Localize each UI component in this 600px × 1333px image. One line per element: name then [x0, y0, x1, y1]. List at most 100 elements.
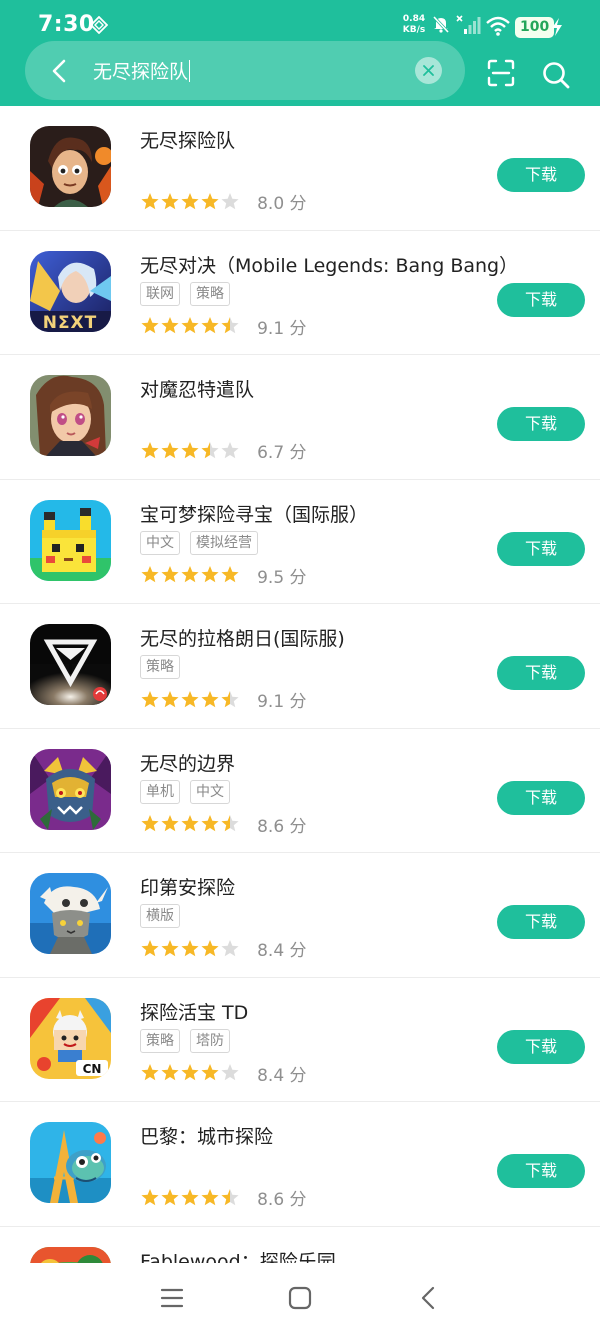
list-item[interactable]: 巴黎：城市探险 8.6 分 下载: [0, 1102, 600, 1227]
star-icon: [141, 441, 159, 458]
nfc-icon: [89, 15, 109, 35]
download-button[interactable]: 下载: [497, 656, 585, 690]
star-rating-icon: [140, 441, 240, 461]
status-time: 7:30: [38, 12, 95, 37]
list-item[interactable]: 对魔忍特遣队 6.7 分 下载: [0, 355, 600, 480]
download-button[interactable]: 下载: [497, 1029, 585, 1064]
text-caret: [189, 60, 191, 82]
tag: 中文: [190, 779, 230, 804]
download-button[interactable]: 下载: [497, 158, 585, 192]
star-icon: [201, 815, 219, 832]
score-unit: 分: [289, 318, 307, 339]
download-button[interactable]: 下载: [497, 407, 585, 441]
star-icon: [161, 441, 179, 458]
star-icon: [201, 192, 219, 209]
scan-icon[interactable]: [486, 58, 516, 88]
star-icon: [221, 1188, 239, 1205]
list-item[interactable]: 无尽的边界 单机 中文 8.6 分 下载: [0, 729, 600, 853]
search-input[interactable]: 无尽探险队: [93, 57, 191, 84]
list-item[interactable]: 无尽探险队 8.0 分 下载: [0, 106, 600, 231]
score-text: 6.7 分: [257, 438, 306, 463]
score-text: 8.4 分: [257, 1061, 306, 1086]
score-text: 8.0 分: [257, 189, 306, 214]
app-name: 印第安探险: [140, 877, 236, 899]
star-icon: [161, 1188, 179, 1205]
score-value: 9.1: [257, 692, 285, 712]
star-icon: [201, 441, 219, 458]
menu-icon[interactable]: [157, 1283, 187, 1313]
star-icon: [221, 815, 239, 832]
list-item[interactable]: 无尽的拉格朗日(国际服) 策略 9.1 分 下载: [0, 604, 600, 729]
clear-search-icon[interactable]: [415, 57, 442, 84]
app-name: Fablewood：探险乐园: [140, 1250, 336, 1264]
star-icon: [181, 815, 199, 832]
star-icon: [181, 441, 199, 458]
rating: 8.0 分: [140, 189, 307, 214]
hero-portrait-icon: [30, 126, 111, 207]
score-value: 6.7: [257, 443, 285, 463]
tag-group: 策略 塔防: [140, 1028, 240, 1053]
star-icon: [141, 815, 159, 832]
star-icon: [141, 317, 159, 334]
cell-signal-icon: [456, 15, 482, 35]
skull-cat-icon: [30, 873, 111, 954]
list-item[interactable]: Fablewood：探险乐园: [0, 1227, 600, 1264]
star-rating-icon: [140, 939, 240, 959]
tag-group: 联网 策略: [140, 281, 240, 306]
score-text: 8.6 分: [257, 1185, 306, 1210]
star-icon: [141, 939, 159, 956]
download-button[interactable]: 下载: [497, 780, 585, 815]
star-rating-icon: [140, 192, 240, 212]
score-text: 9.5 分: [257, 563, 306, 588]
score-value: 9.5: [257, 567, 285, 588]
star-icon: [181, 690, 199, 707]
star-icon: [181, 1064, 199, 1081]
score-text: 9.1 分: [257, 314, 306, 339]
list-item[interactable]: NΣXT 无尽对决（Mobile Legends: Bang Bang） 联网策…: [0, 231, 600, 355]
list-item[interactable]: 印第安探险 横版 8.4 分 下载: [0, 853, 600, 978]
star-icon: [161, 566, 179, 583]
cube-pikachu-icon: [30, 499, 111, 581]
star-rating-icon: [140, 1063, 240, 1083]
star-icon: [221, 566, 239, 583]
svg-text:NΣXT: NΣXT: [43, 313, 98, 332]
download-button[interactable]: 下载: [497, 531, 585, 566]
star-icon: [181, 192, 199, 209]
download-button[interactable]: 下载: [497, 282, 585, 317]
back-icon[interactable]: [413, 1283, 443, 1313]
tag: 单机: [140, 779, 180, 804]
star-icon: [141, 690, 159, 707]
star-icon: [161, 317, 179, 334]
search-icon[interactable]: [541, 60, 571, 90]
list-item[interactable]: CN 探险活宝 TD 策略 塔防 8.4 分 下载: [0, 978, 600, 1102]
score-text: 8.4 分: [257, 936, 306, 961]
score-value: 8.4: [257, 1065, 285, 1086]
armored-beast-icon: [30, 748, 111, 830]
download-button[interactable]: 下载: [497, 1154, 585, 1188]
star-icon: [141, 1188, 159, 1205]
app-header: 7:30 0.84 KB/s 100 无尽探险队: [0, 0, 600, 106]
star-icon: [221, 192, 239, 209]
list-item[interactable]: 宝可梦探险寻宝（国际服） 中文 模拟经营 9.5 分 下载: [0, 480, 600, 604]
star-icon: [141, 566, 159, 583]
home-icon[interactable]: [285, 1283, 315, 1313]
score-unit: 分: [289, 1065, 307, 1086]
tag: 策略: [140, 1028, 180, 1053]
star-icon: [161, 690, 179, 707]
app-name: 对魔忍特遣队: [140, 379, 255, 401]
rating: 8.6 分: [140, 1185, 307, 1210]
app-name: 探险活宝 TD: [140, 1001, 249, 1024]
lagrange-emblem-icon: [30, 624, 111, 705]
bell-muted-icon: [432, 15, 450, 34]
score-unit: 分: [289, 567, 307, 588]
back-arrow-icon[interactable]: [45, 56, 75, 86]
download-button[interactable]: 下载: [497, 905, 585, 939]
status-bar: 7:30 0.84 KB/s 100: [0, 0, 600, 44]
score-value: 8.6: [257, 816, 285, 837]
star-icon: [221, 690, 239, 707]
star-rating-icon: [140, 814, 240, 834]
eiffel-creature-icon: [30, 1122, 111, 1203]
network-speed: 0.84 KB/s: [398, 14, 430, 36]
rating: 6.7 分: [140, 438, 307, 463]
anime-girl-icon: [30, 375, 111, 456]
